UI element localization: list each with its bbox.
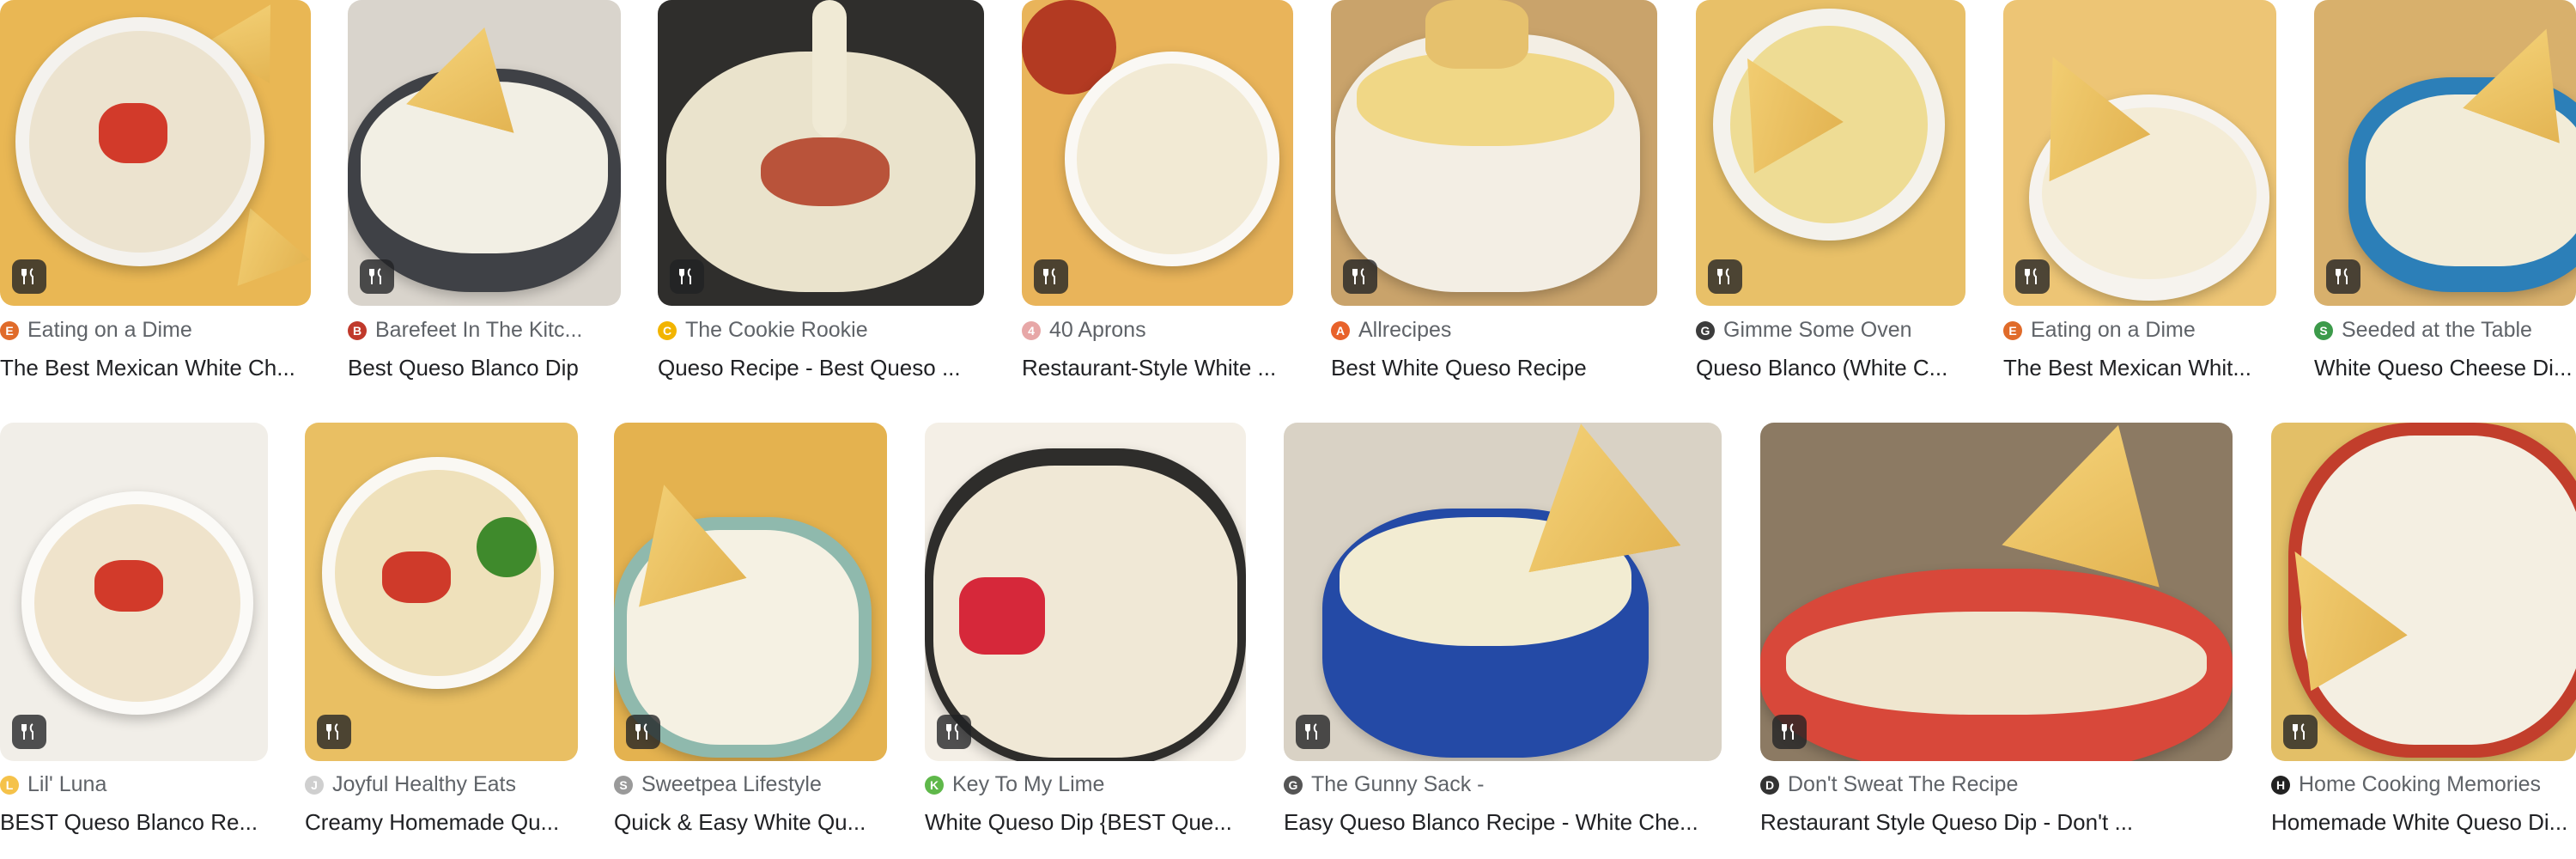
- fork-knife-favicon: G: [1696, 320, 1715, 340]
- result-title[interactable]: White Queso Dip {BEST Que...: [925, 809, 1246, 836]
- result-title[interactable]: Creamy Homemade Qu...: [305, 809, 578, 836]
- result-title[interactable]: Quick & Easy White Qu...: [614, 809, 887, 836]
- fork-knife-icon: [360, 259, 394, 294]
- 40-aprons-favicon: 4: [1022, 320, 1041, 340]
- result-thumbnail[interactable]: [305, 423, 578, 761]
- result-source[interactable]: K Key To My Lime: [925, 772, 1246, 797]
- result-card[interactable]: J Joyful Healthy Eats Creamy Homemade Qu.…: [305, 423, 578, 835]
- lil-luna-favicon: L: [0, 775, 19, 795]
- result-thumbnail[interactable]: [614, 423, 887, 761]
- result-thumbnail[interactable]: [1331, 0, 1657, 306]
- result-title[interactable]: The Best Mexican Whit...: [2003, 355, 2276, 381]
- result-title[interactable]: White Queso Cheese Di...: [2314, 355, 2576, 381]
- eating-on-a-dime-favicon: E: [0, 320, 19, 340]
- result-title[interactable]: BEST Queso Blanco Re...: [0, 809, 268, 836]
- fork-knife-icon: [1296, 715, 1330, 749]
- fork-knife-icon: [12, 715, 46, 749]
- dont-sweat-favicon: D: [1760, 775, 1779, 795]
- result-card[interactable]: S Sweetpea Lifestyle Quick & Easy White Q…: [614, 423, 887, 835]
- result-source[interactable]: E Eating on a Dime: [2003, 318, 2276, 343]
- result-title[interactable]: Restaurant Style Queso Dip - Don't ...: [1760, 809, 2233, 836]
- result-thumbnail[interactable]: [1284, 423, 1722, 761]
- result-title[interactable]: Best Queso Blanco Dip: [348, 355, 621, 381]
- fork-knife-icon: [1708, 259, 1742, 294]
- result-card[interactable]: K Key To My Lime White Queso Dip {BEST Qu…: [925, 423, 1246, 835]
- result-card[interactable]: E Eating on a Dime The Best Mexican Whit.…: [2003, 0, 2276, 387]
- result-thumbnail[interactable]: [0, 0, 311, 306]
- result-title[interactable]: Best White Queso Recipe: [1331, 355, 1657, 381]
- result-thumbnail[interactable]: [658, 0, 984, 306]
- result-card[interactable]: D Don't Sweat The Recipe Restaurant Style…: [1760, 423, 2233, 835]
- joyful-healthy-eats-favicon: J: [305, 775, 324, 795]
- result-card[interactable]: B Barefeet In The Kitc... Best Queso Blan…: [348, 0, 621, 387]
- result-card[interactable]: S Seeded at the Table White Queso Cheese …: [2314, 0, 2576, 387]
- fork-knife-icon: [317, 715, 351, 749]
- result-source[interactable]: S Seeded at the Table: [2314, 318, 2576, 343]
- result-source[interactable]: G Gimme Some Oven: [1696, 318, 1965, 343]
- result-thumbnail[interactable]: [1760, 423, 2233, 761]
- result-title[interactable]: Queso Blanco (White C...: [1696, 355, 1965, 381]
- fork-knife-icon: [2015, 259, 2050, 294]
- seeded-favicon: S: [2314, 320, 2333, 340]
- sweetpea-favicon: S: [614, 775, 633, 795]
- eating-on-a-dime-favicon: E: [2003, 320, 2022, 340]
- fork-knife-icon: [12, 259, 46, 294]
- result-source[interactable]: S Sweetpea Lifestyle: [614, 772, 887, 797]
- key-to-my-lime-favicon: K: [925, 775, 944, 795]
- result-thumbnail[interactable]: [2314, 0, 2576, 306]
- result-source[interactable]: D Don't Sweat The Recipe: [1760, 772, 2233, 797]
- result-title[interactable]: Queso Recipe - Best Queso ...: [658, 355, 984, 381]
- result-title[interactable]: The Best Mexican White Ch...: [0, 355, 311, 381]
- result-source[interactable]: J Joyful Healthy Eats: [305, 772, 578, 797]
- result-thumbnail[interactable]: [0, 423, 268, 761]
- result-title[interactable]: Homemade White Queso Di...: [2271, 809, 2576, 836]
- fork-knife-icon: [670, 259, 704, 294]
- cookie-rookie-favicon: C: [658, 320, 677, 340]
- fork-knife-icon: [1772, 715, 1807, 749]
- result-card[interactable]: C The Cookie Rookie Queso Recipe - Best Q…: [658, 0, 984, 387]
- result-thumbnail[interactable]: [925, 423, 1246, 761]
- barefeet-favicon: B: [348, 320, 367, 340]
- result-source[interactable]: C The Cookie Rookie: [658, 318, 984, 343]
- result-thumbnail[interactable]: [348, 0, 621, 306]
- home-cooking-memories-favicon: H: [2271, 775, 2290, 795]
- result-card[interactable]: G Gimme Some Oven Queso Blanco (White C..…: [1696, 0, 1965, 387]
- gunny-sack-favicon: G: [1284, 775, 1303, 795]
- fork-knife-icon: [1343, 259, 1377, 294]
- result-card[interactable]: E Eating on a Dime The Best Mexican White…: [0, 0, 311, 387]
- result-thumbnail[interactable]: [1022, 0, 1293, 306]
- result-title[interactable]: Restaurant-Style White ...: [1022, 355, 1293, 381]
- result-title[interactable]: Easy Queso Blanco Recipe - White Che...: [1284, 809, 1722, 836]
- result-thumbnail[interactable]: [2003, 0, 2276, 306]
- result-card[interactable]: L Lil' Luna BEST Queso Blanco Re...: [0, 423, 268, 835]
- result-source[interactable]: 4 40 Aprons: [1022, 318, 1293, 343]
- result-thumbnail[interactable]: [1696, 0, 1965, 306]
- fork-knife-icon: [2326, 259, 2360, 294]
- result-source[interactable]: H Home Cooking Memories: [2271, 772, 2576, 797]
- fork-knife-icon: [626, 715, 660, 749]
- result-source[interactable]: B Barefeet In The Kitc...: [348, 318, 621, 343]
- result-source[interactable]: E Eating on a Dime: [0, 318, 311, 343]
- fork-knife-icon: [1034, 259, 1068, 294]
- result-source[interactable]: G The Gunny Sack -: [1284, 772, 1722, 797]
- result-source[interactable]: L Lil' Luna: [0, 772, 268, 797]
- result-card[interactable]: 4 40 Aprons Restaurant-Style White ...: [1022, 0, 1293, 387]
- result-card[interactable]: A Allrecipes Best White Queso Recipe: [1331, 0, 1657, 387]
- fork-knife-icon: [937, 715, 971, 749]
- fork-knife-icon: [2283, 715, 2318, 749]
- result-thumbnail[interactable]: [2271, 423, 2576, 761]
- result-source[interactable]: A Allrecipes: [1331, 318, 1657, 343]
- allrecipes-favicon: A: [1331, 320, 1350, 340]
- result-card[interactable]: H Home Cooking Memories Homemade White Qu…: [2271, 423, 2576, 835]
- result-card[interactable]: G The Gunny Sack - Easy Queso Blanco Reci…: [1284, 423, 1722, 835]
